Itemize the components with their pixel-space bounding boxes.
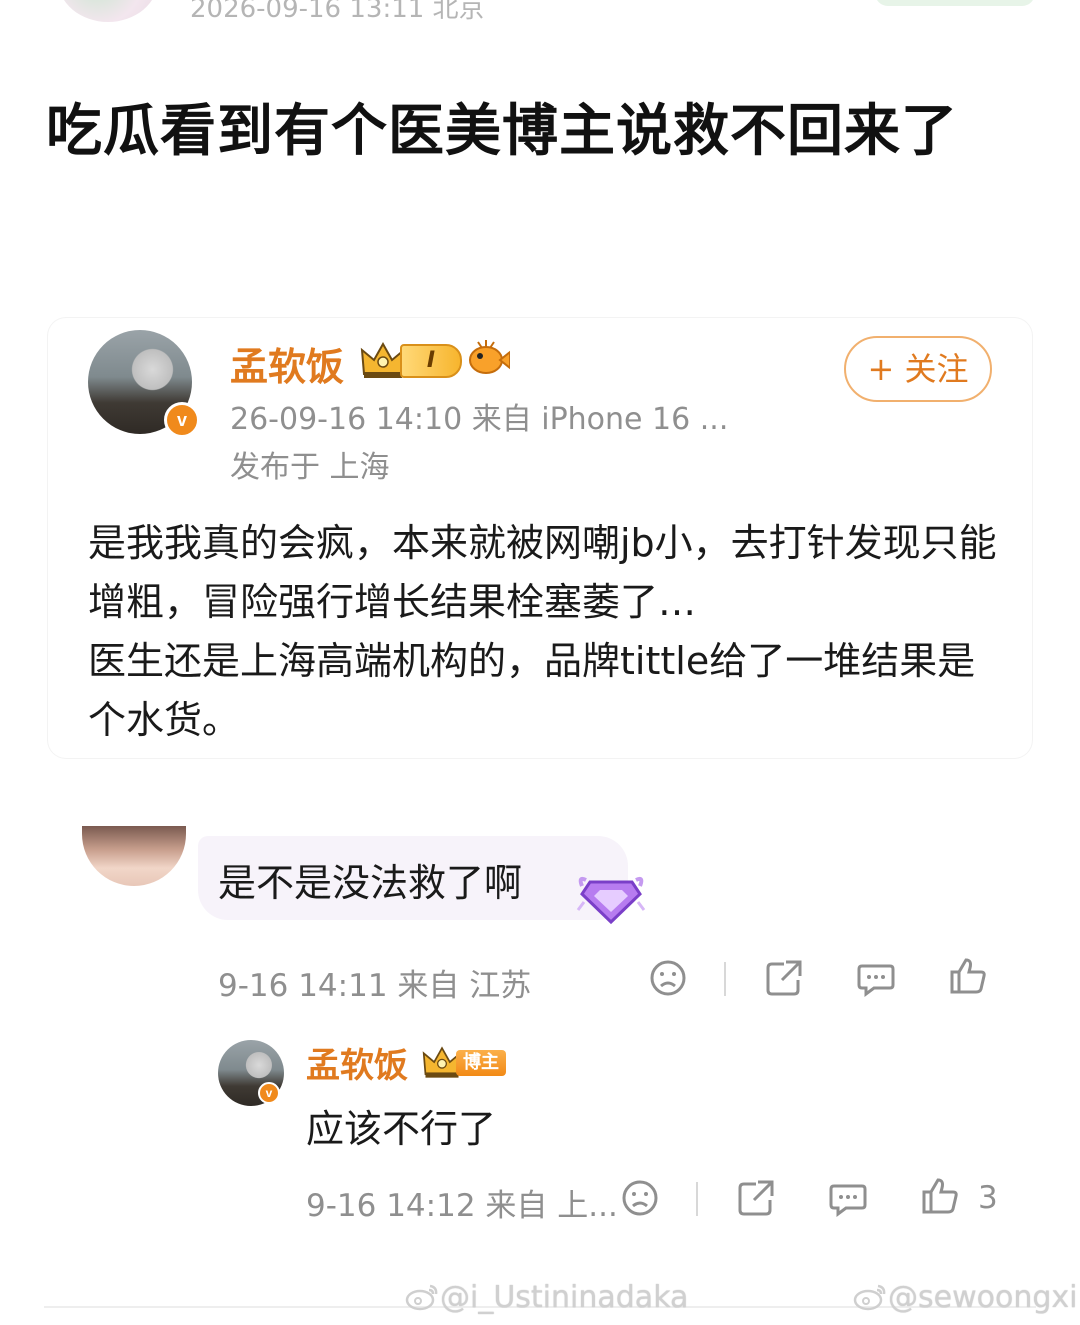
like-icon[interactable] xyxy=(948,956,988,996)
gem-badge-icon xyxy=(576,876,646,925)
weibo-logo-icon xyxy=(853,1284,886,1311)
follow-button[interactable]: + 关注 xyxy=(844,336,992,402)
comment-icon[interactable] xyxy=(828,1178,868,1218)
post-meta: 26-09-16 14:10 来自 iPhone 16 ... xyxy=(230,402,729,437)
author-badge: 博主 xyxy=(456,1050,506,1076)
watermark-right-text: @sewoongxi xyxy=(888,1280,1078,1315)
verified-badge-icon: v xyxy=(164,402,200,438)
reply-text: 应该不行了 xyxy=(306,1107,497,1151)
post-location: 发布于 上海 xyxy=(230,450,390,485)
like-count: 3 xyxy=(978,1180,998,1216)
post-body-text: 是我我真的会疯，本来就被网嘲jb小，去打针发现只能增粗，冒险强行增长结果栓塞萎了… xyxy=(88,521,997,742)
comment-icon[interactable] xyxy=(856,958,896,998)
action-divider xyxy=(724,962,726,996)
top-time-location: 2026-09-16 13:11 北京 xyxy=(190,0,485,24)
top-user-avatar[interactable] xyxy=(58,0,158,22)
fish-icon xyxy=(469,340,510,374)
dislike-face-icon[interactable] xyxy=(648,958,688,998)
reply-meta: 9-16 14:12 来自 上... xyxy=(306,1188,618,1224)
post-body: 是我我真的会疯，本来就被网嘲jb小，去打针发现只能增粗，冒险强行增长结果栓塞萎了… xyxy=(88,514,1008,750)
action-divider xyxy=(696,1182,698,1216)
top-follow-pill[interactable] xyxy=(875,0,1035,6)
comment-meta: 9-16 14:11 来自 江苏 xyxy=(218,968,532,1004)
commenter-avatar[interactable] xyxy=(82,826,186,886)
embedded-weibo-card[interactable]: v 孟软饭 I 26-09-16 14:10 来自 iPhone 16 ... … xyxy=(48,318,1032,758)
verified-badge-icon: v xyxy=(258,1082,280,1104)
user-name[interactable]: 孟软饭 xyxy=(230,336,344,391)
watermark-left-text: @i_Ustininadaka xyxy=(440,1280,689,1315)
dislike-face-icon[interactable] xyxy=(620,1178,660,1218)
reply-user-name[interactable]: 孟软饭 xyxy=(306,1038,408,1087)
comment-text: 是不是没法救了啊 xyxy=(218,861,523,905)
weibo-logo-icon xyxy=(405,1284,438,1311)
share-icon[interactable] xyxy=(736,1178,776,1218)
like-icon[interactable] xyxy=(920,1176,960,1216)
vip-level-badge: I xyxy=(400,344,462,378)
share-icon[interactable] xyxy=(764,958,804,998)
watermark-right: @sewoongxi xyxy=(852,1280,1077,1315)
post-title: 吃瓜看到有个医美博主说救不回来了 xyxy=(46,99,958,164)
weibo-post-screen: 2026-09-16 13:11 北京 吃瓜看到有个医美博主说救不回来了 v 孟… xyxy=(0,0,1080,1325)
watermark-left: @i_Ustininadaka xyxy=(404,1280,688,1315)
